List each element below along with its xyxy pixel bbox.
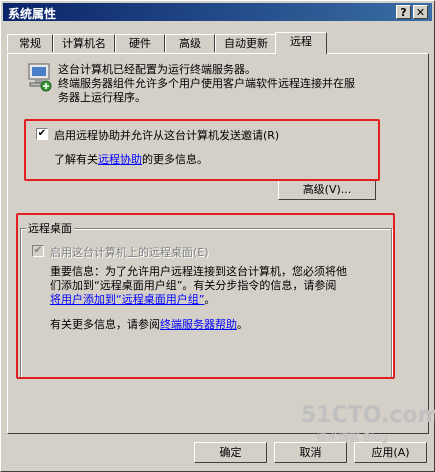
intro-line-3: 务器上运行程序。 — [58, 91, 146, 104]
watermark-sub: 技术博客 Blog — [316, 431, 388, 444]
intro-line-2: 终端服务器组件允许多个用户使用客户端软件远程连接并在服 — [58, 77, 355, 90]
tab-remote[interactable]: 远程 — [275, 32, 327, 54]
ok-button[interactable]: 确定 — [194, 442, 267, 463]
apply-button[interactable]: 应用(A) — [354, 442, 427, 463]
cancel-button[interactable]: 取消 — [274, 442, 347, 463]
help-button[interactable]: ? — [396, 5, 411, 19]
tab-automatic-updates[interactable]: 自动更新 — [215, 34, 277, 52]
title-bar[interactable]: 系统属性 ? ✕ — [3, 3, 432, 21]
window-title: 系统属性 — [8, 7, 57, 21]
tab-advanced[interactable]: 高级 — [165, 34, 215, 52]
highlight-remote-desktop — [16, 213, 395, 379]
advanced-button[interactable]: 高级(V)... — [278, 179, 376, 200]
system-properties-window: 系统属性 ? ✕ 常规 计算机名 硬件 高级 自动更新 远程 这台计算机已经配置… — [0, 0, 435, 472]
watermark-site: 51CTO.com — [301, 403, 435, 428]
tab-hardware[interactable]: 硬件 — [115, 34, 165, 52]
tab-general[interactable]: 常规 — [7, 34, 53, 52]
close-button[interactable]: ✕ — [413, 5, 428, 19]
intro-line-1: 这台计算机已经配置为运行终端服务器。 — [58, 63, 256, 76]
intro-text: 这台计算机已经配置为运行终端服务器。 终端服务器组件允许多个用户使用客户端软件远… — [58, 63, 398, 105]
tab-computer-name[interactable]: 计算机名 — [53, 34, 115, 52]
remote-computer-icon — [28, 63, 52, 92]
highlight-remote-assistance — [24, 119, 380, 181]
